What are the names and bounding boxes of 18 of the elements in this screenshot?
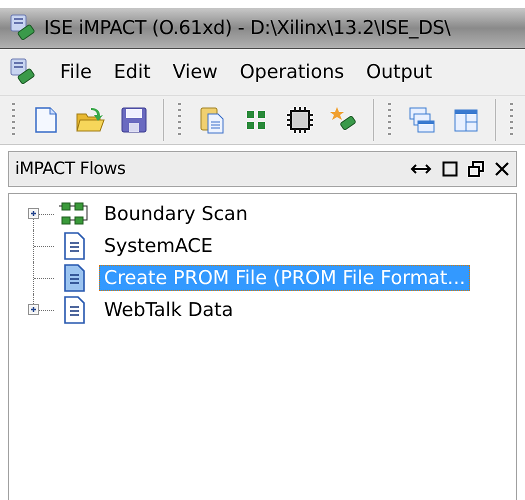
menu-item[interactable]: File bbox=[60, 61, 92, 83]
chip-icon[interactable] bbox=[285, 105, 315, 135]
tree-item[interactable]: Boundary Scan bbox=[99, 201, 253, 227]
save-icon[interactable] bbox=[119, 105, 149, 135]
tree-item[interactable]: WebTalk Data bbox=[99, 297, 238, 323]
restore-icon[interactable] bbox=[468, 161, 484, 177]
close-icon[interactable] bbox=[494, 161, 510, 177]
menu-item[interactable]: Operations bbox=[240, 61, 344, 83]
window-title: ISE iMPACT (O.61xd) - D:\Xilinx\13.2\ISE_DS\ bbox=[44, 17, 450, 39]
maximize-icon[interactable] bbox=[442, 161, 458, 177]
menu-item[interactable]: View bbox=[172, 61, 218, 83]
tree-item[interactable]: SystemACE bbox=[99, 233, 218, 259]
menu-item[interactable]: Output bbox=[366, 61, 432, 83]
plus-box-icon[interactable] bbox=[28, 304, 39, 315]
panel-title: iMPACT Flows bbox=[15, 159, 126, 179]
cascade-windows-icon[interactable] bbox=[407, 105, 437, 135]
menu-item[interactable]: Edit bbox=[114, 61, 151, 83]
plus-box-icon[interactable] bbox=[28, 208, 39, 219]
